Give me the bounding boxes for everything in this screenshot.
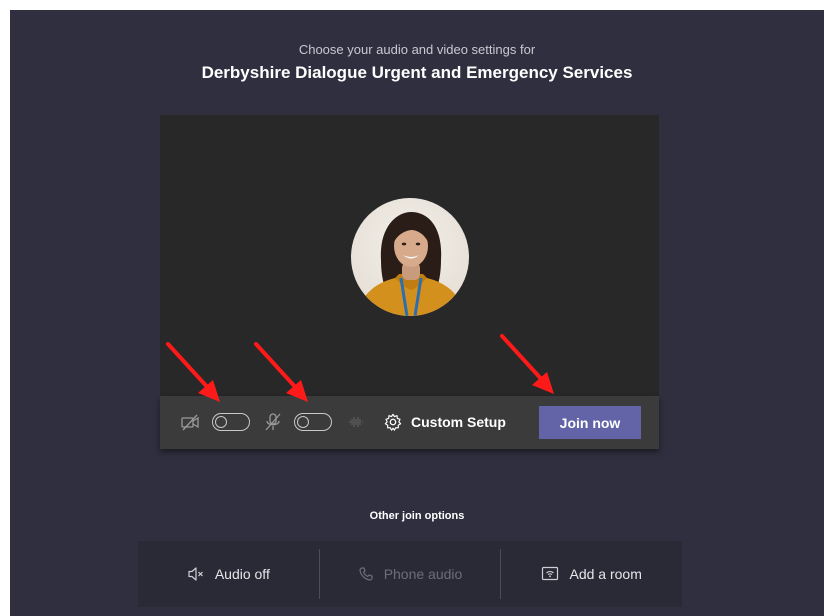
avatar-photo <box>357 212 465 316</box>
other-join-options-label: Other join options <box>369 510 465 522</box>
meeting-title: Derbyshire Dialogue Urgent and Emergency… <box>201 63 633 82</box>
other-join-options: Audio off Phone audio Add a room <box>138 541 682 607</box>
custom-setup-button[interactable]: Custom Setup <box>384 411 506 433</box>
annotation-arrow-camera <box>166 342 220 402</box>
annotation-arrow-join <box>500 334 554 394</box>
settings-subtitle: Choose your audio and video settings for <box>298 42 536 57</box>
phone-icon <box>359 567 373 581</box>
custom-setup-label: Custom Setup <box>411 414 506 430</box>
audio-off-label: Audio off <box>214 566 270 582</box>
camera-toggle[interactable] <box>212 413 250 431</box>
audio-off-option[interactable]: Audio off <box>138 541 319 607</box>
add-a-room-option[interactable]: Add a room <box>501 541 682 607</box>
noise-suppression-icon <box>346 412 366 432</box>
video-preview <box>160 115 659 396</box>
mic-toggle[interactable] <box>294 413 332 431</box>
phone-audio-option[interactable]: Phone audio <box>320 541 501 607</box>
avatar <box>351 198 469 316</box>
gear-icon <box>384 413 402 431</box>
phone-audio-label: Phone audio <box>383 566 463 582</box>
annotation-arrow-mic <box>254 342 308 402</box>
add-a-room-label: Add a room <box>569 566 642 582</box>
device-controls-bar: Custom Setup Join now <box>160 396 659 449</box>
join-screen: Choose your audio and video settings for… <box>10 10 824 616</box>
camera-off-icon <box>180 412 200 432</box>
join-now-button[interactable]: Join now <box>539 406 641 439</box>
mic-off-icon <box>263 412 283 432</box>
speaker-off-icon <box>188 567 203 581</box>
mic-toggle-knob <box>297 415 309 428</box>
camera-toggle-knob <box>215 415 227 428</box>
room-cast-icon <box>542 566 559 581</box>
